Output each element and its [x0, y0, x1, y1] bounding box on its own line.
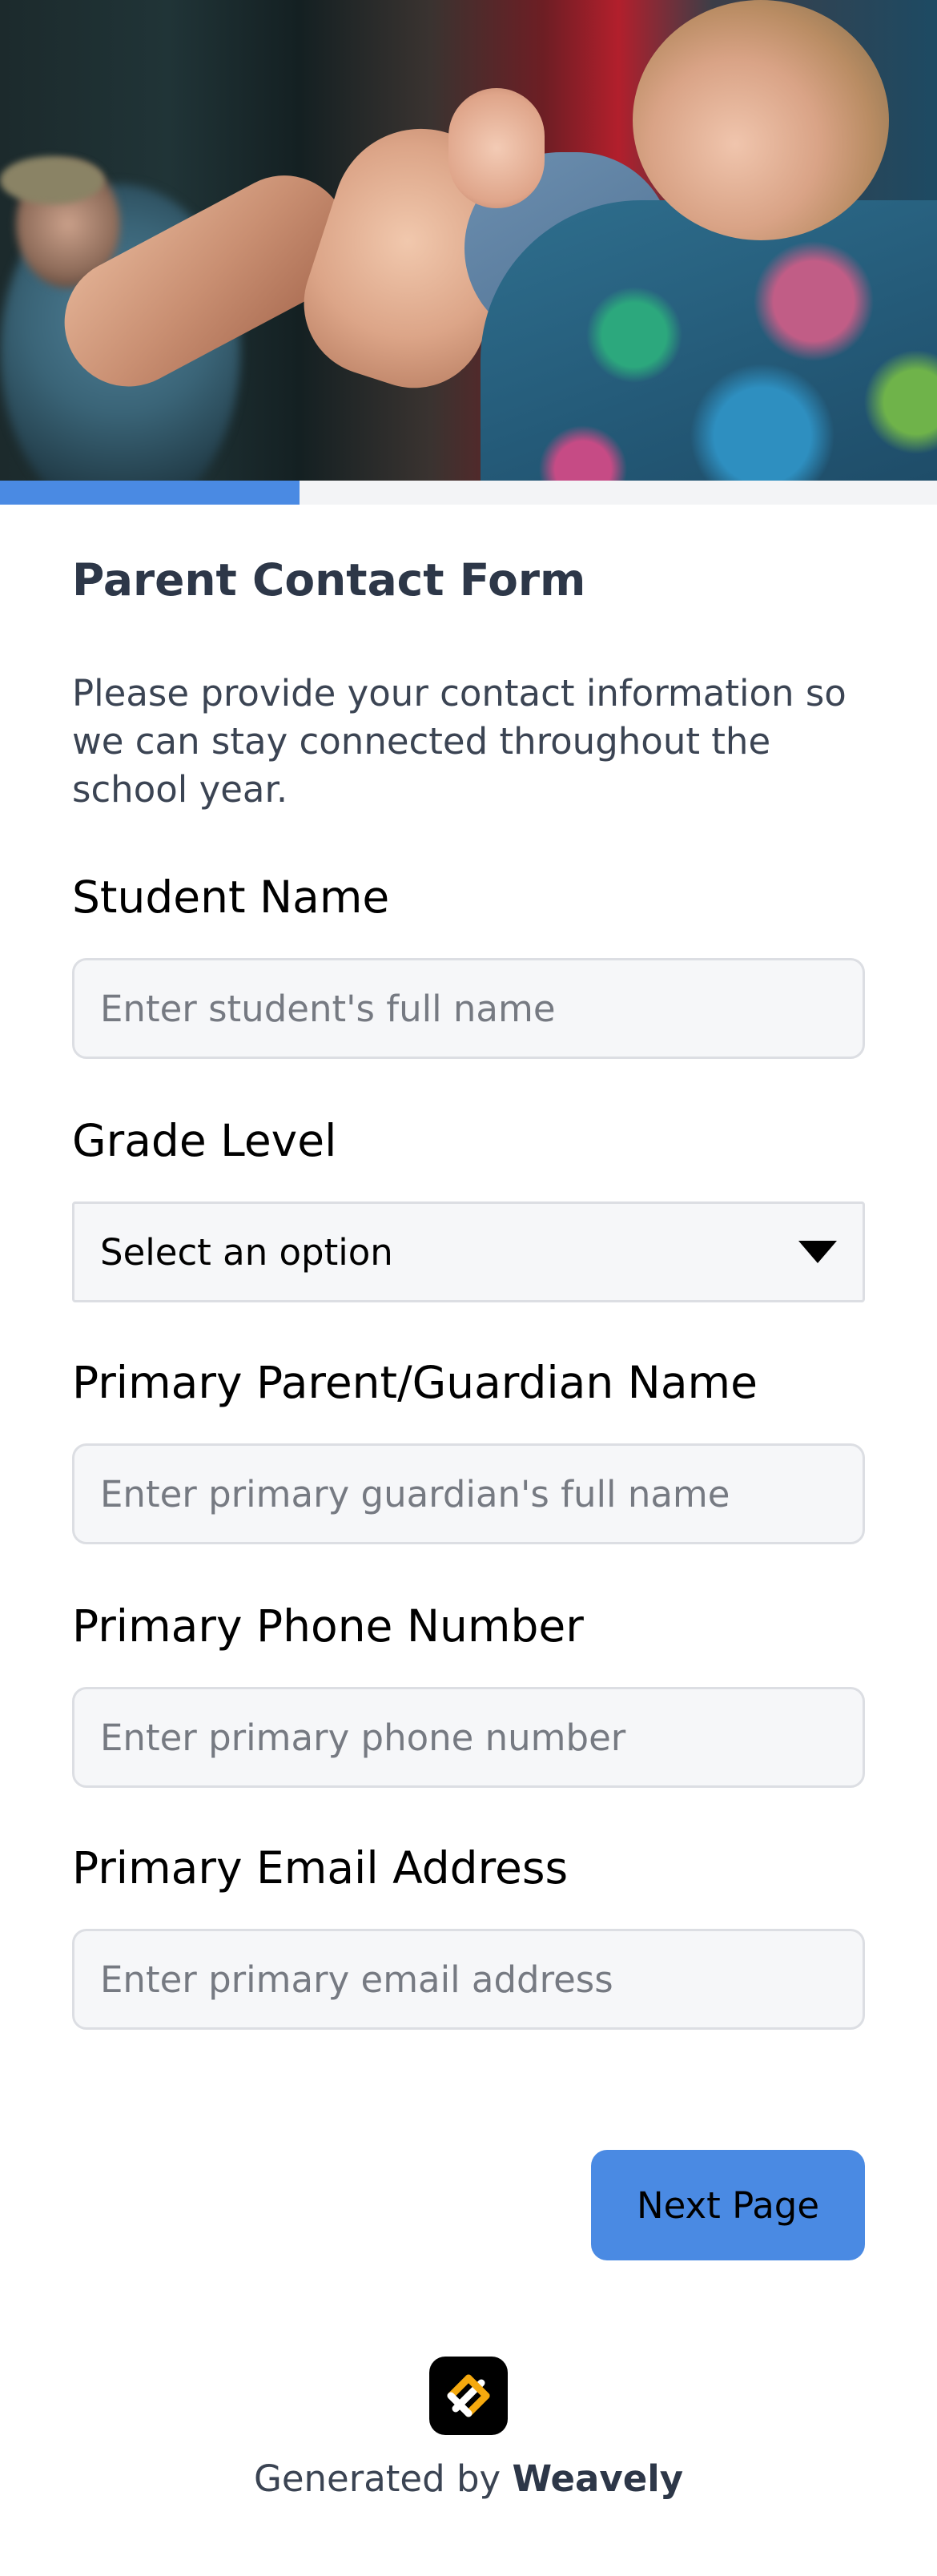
- phone-label: Primary Phone Number: [72, 1600, 584, 1652]
- footer-brand[interactable]: Weavely: [513, 2457, 684, 2500]
- email-label: Primary Email Address: [72, 1842, 569, 1894]
- footer-credit: Generated by Weavely: [72, 2457, 865, 2500]
- hero-baby-hand: [448, 88, 545, 208]
- email-input[interactable]: [72, 1929, 865, 2030]
- phone-input[interactable]: [72, 1687, 865, 1788]
- weavely-logo-icon: [429, 2357, 508, 2435]
- progress-fill: [0, 481, 300, 505]
- hero-baby-head: [633, 0, 889, 240]
- student-name-label: Student Name: [72, 871, 390, 923]
- student-name-input[interactable]: [72, 958, 865, 1059]
- form-description: Please provide your contact information …: [72, 672, 847, 811]
- hero-bg-hat: [0, 156, 104, 204]
- grade-level-select[interactable]: Select an option: [72, 1201, 865, 1302]
- guardian-name-input[interactable]: [72, 1443, 865, 1544]
- weavely-logo-mark: [447, 2374, 490, 2417]
- hero-image: [0, 0, 937, 481]
- grade-level-label: Grade Level: [72, 1115, 337, 1166]
- form-title: Parent Contact Form: [72, 554, 586, 606]
- footer-prefix: Generated by: [253, 2457, 513, 2500]
- guardian-name-label: Primary Parent/Guardian Name: [72, 1357, 758, 1408]
- next-page-button[interactable]: Next Page: [591, 2150, 865, 2260]
- grade-level-selected: Select an option: [100, 1230, 393, 1274]
- caret-down-icon: [798, 1241, 837, 1263]
- hero-shirt: [481, 200, 937, 481]
- progress-bar: [0, 481, 937, 505]
